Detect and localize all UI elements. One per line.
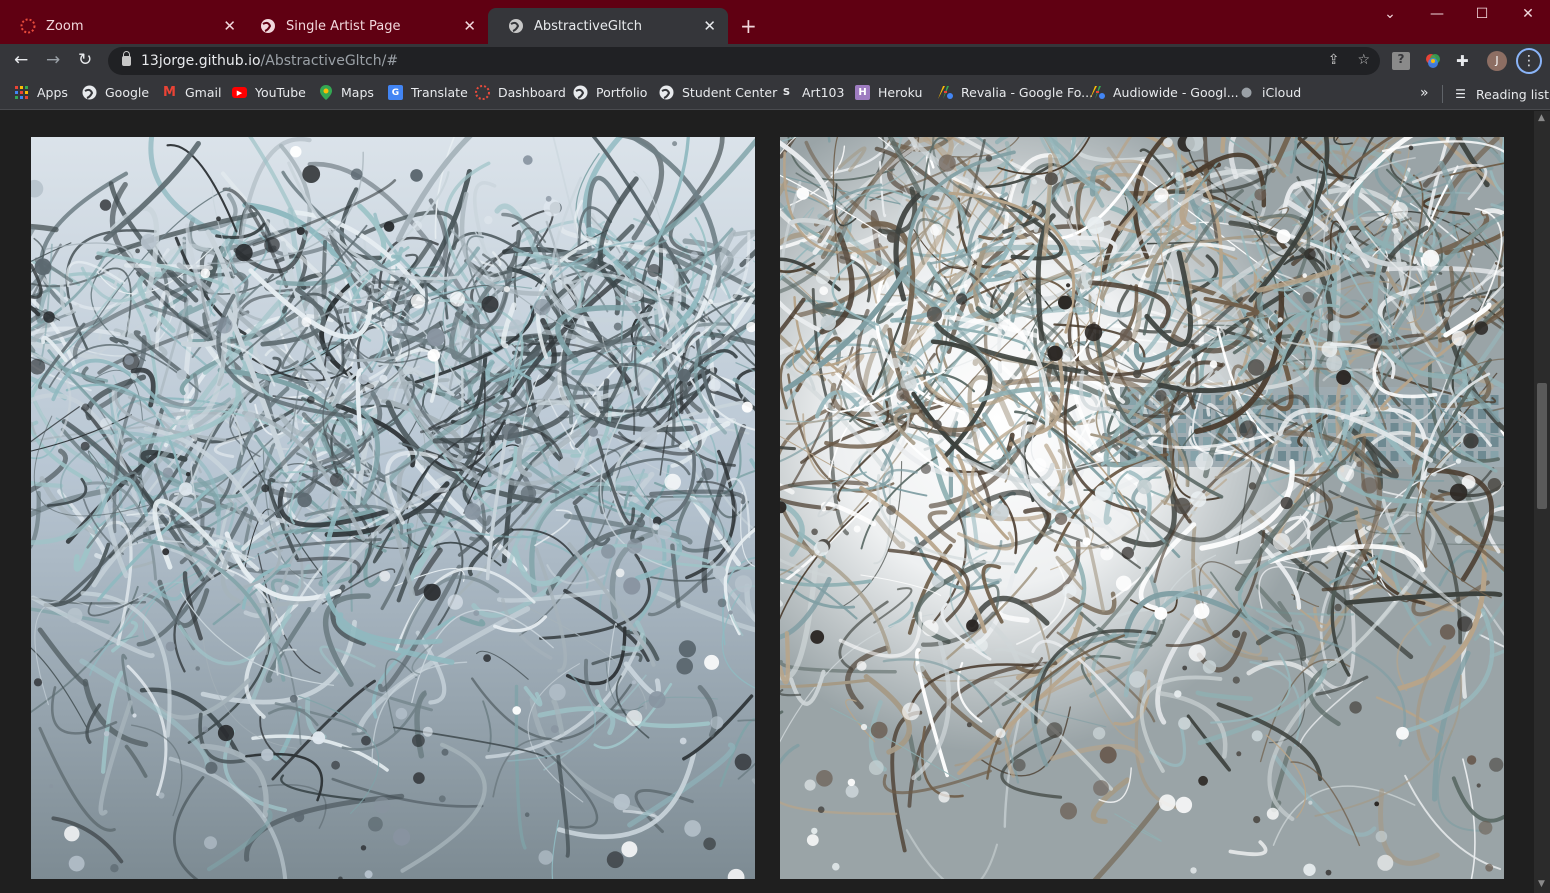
google-fonts-icon [938,85,953,100]
tab-single-artist-page[interactable]: Single Artist Page ✕ [240,8,488,44]
bookmark-icloud[interactable]: ● iCloud [1239,85,1301,100]
bookmark-label: YouTube [255,85,306,100]
bookmark-translate[interactable]: G Translate [388,85,468,100]
close-window-button[interactable]: ✕ [1518,6,1538,22]
youtube-icon: ▶ [232,87,247,98]
url-host: 13jorge.github.io [141,53,261,69]
bookmarks-bar: Apps Google M Gmail ▶ YouTube Maps G Tra… [0,78,1550,110]
close-tab-icon[interactable]: ✕ [463,17,476,35]
page-scrollbar[interactable]: ▲ ▼ [1534,111,1550,893]
new-tab-button[interactable]: + [740,14,757,38]
bookmark-label: Maps [341,85,374,100]
tab-title: Single Artist Page [286,18,401,34]
bookmark-label: Google [105,85,150,100]
bookmark-heroku[interactable]: H Heroku [855,85,922,100]
tab-title: Zoom [46,18,84,34]
bookmark-label: Portfolio [596,85,648,100]
tab-strip: Zoom ✕ Single Artist Page ✕ AbstractiveG… [0,0,1550,44]
address-bar[interactable]: 13jorge.github.io /AbstractiveGltch/# ⇪ … [108,47,1380,75]
scrollbar-thumb[interactable] [1537,383,1547,509]
close-tab-icon[interactable]: ✕ [223,17,236,35]
tab-zoom[interactable]: Zoom ✕ [0,8,248,44]
bookmark-label: Translate [411,85,468,100]
bookmark-google[interactable]: Google [82,85,149,100]
apple-icon: ● [1240,85,1253,100]
globe-icon [260,18,276,34]
bookmark-label: Revalia - Google Fo... [961,85,1094,100]
globe-icon [573,85,588,100]
bookmark-label: Dashboard [498,85,566,100]
reload-button[interactable]: ↻ [78,50,92,70]
bookmark-revalia-google-fonts[interactable]: Revalia - Google Fo... [938,85,1093,100]
bookmark-portfolio[interactable]: Portfolio [573,85,647,100]
zoom-icon [20,18,36,34]
maps-pin-icon [318,85,333,100]
globe-icon [508,18,524,34]
bookmark-youtube[interactable]: ▶ YouTube [232,85,306,100]
profile-avatar[interactable]: J [1487,51,1507,71]
bookmark-gmail[interactable]: M Gmail [162,85,221,100]
bookmark-label: iCloud [1262,85,1302,100]
bookmark-label: Audiowide - Googl... [1113,85,1239,100]
reading-list-icon: ☰ [1455,87,1466,101]
google-fonts-icon [1090,85,1105,100]
extensions-puzzle-icon[interactable]: ✚ [1456,52,1474,70]
bookmark-label: Heroku [878,85,923,100]
reading-list-button[interactable]: ☰ Reading list [1442,85,1549,103]
bookmark-apps[interactable]: Apps [14,85,68,100]
share-icon[interactable]: ⇪ [1328,52,1340,68]
bookmark-label: Student Center [682,85,778,100]
globe-icon [659,85,674,100]
globe-icon [82,85,97,100]
back-button[interactable]: ← [14,50,28,70]
tab-abstractivegltch[interactable]: AbstractiveGltch ✕ [488,8,728,44]
forward-button[interactable]: → [46,50,60,70]
bookmark-label: Art103 [802,85,845,100]
minimize-button[interactable]: — [1427,6,1447,22]
scroll-up-arrow-icon[interactable]: ▲ [1538,113,1545,123]
bookmark-star-icon[interactable]: ☆ [1357,52,1370,68]
heroku-icon: H [855,85,870,100]
artwork-canvas-right [780,137,1504,879]
gmail-icon: M [163,85,176,100]
bookmark-audiowide-google-fonts[interactable]: Audiowide - Googl... [1090,85,1239,100]
bookmark-label: Gmail [185,85,222,100]
dashboard-icon [475,85,490,100]
bookmark-label: Apps [37,85,68,100]
bookmark-student-center[interactable]: Student Center [659,85,777,100]
lock-icon [122,51,131,66]
s-badge-icon: S [782,87,791,98]
bookmark-dashboard[interactable]: Dashboard [475,85,566,100]
page-content [0,111,1534,893]
apps-grid-icon [14,85,29,100]
bookmark-art103[interactable]: S Art103 [779,85,845,100]
translate-icon: G [388,85,403,100]
scroll-down-arrow-icon[interactable]: ▼ [1538,879,1545,889]
browser-toolbar: ← → ↻ 13jorge.github.io /AbstractiveGltc… [0,44,1550,78]
bookmarks-overflow-chevron-icon[interactable]: » [1420,85,1429,101]
help-extension-icon[interactable]: ? [1392,52,1410,70]
maximize-button[interactable]: ☐ [1472,6,1492,22]
menu-kebab-icon[interactable]: ⋮ [1516,48,1542,74]
color-extension-icon[interactable] [1424,52,1442,70]
bookmark-maps[interactable]: Maps [318,85,374,100]
tab-search-chevron-icon[interactable]: ⌄ [1380,6,1400,22]
close-tab-icon[interactable]: ✕ [703,17,716,35]
url-path: /AbstractiveGltch/# [260,53,399,69]
reading-list-label: Reading list [1476,86,1550,102]
tab-title: AbstractiveGltch [534,18,643,34]
artwork-canvas-left [31,137,755,879]
